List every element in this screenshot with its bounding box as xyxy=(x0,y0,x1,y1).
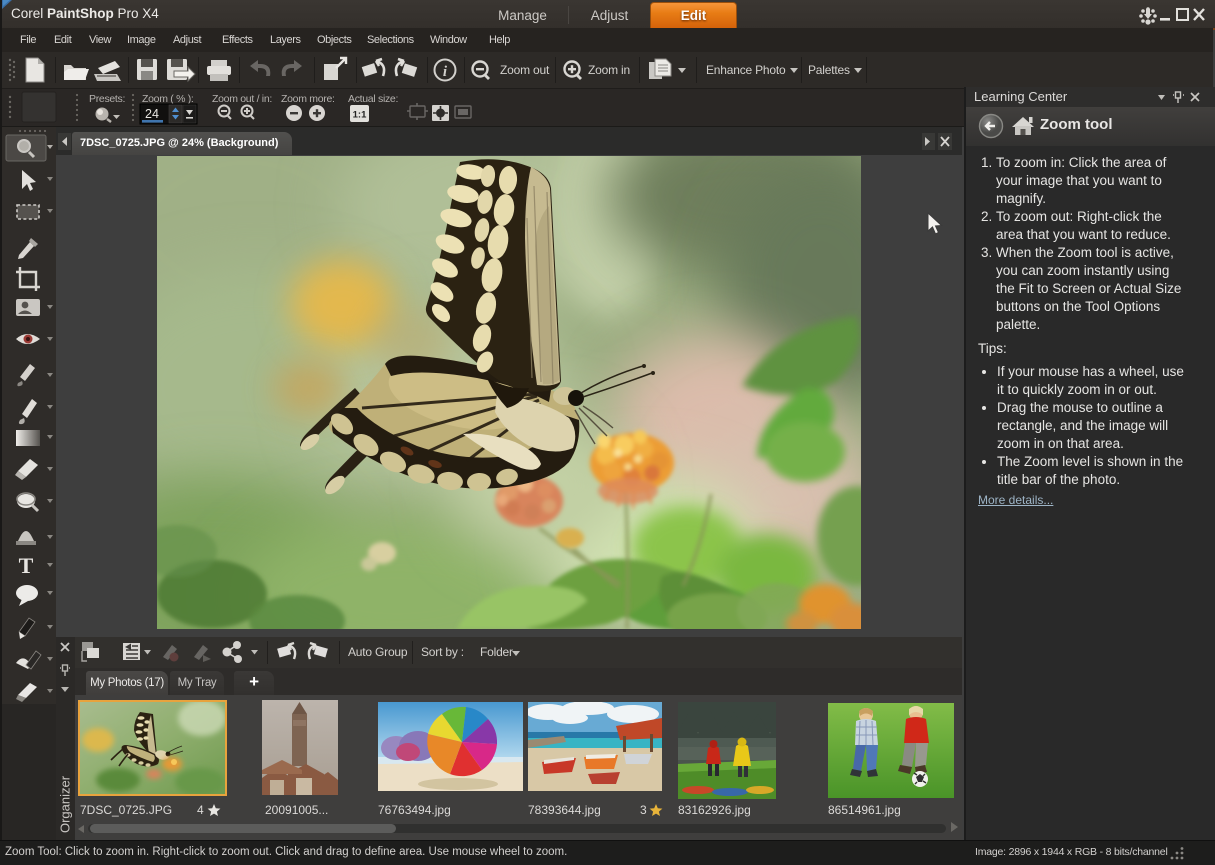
svg-text:T: T xyxy=(19,553,34,578)
svg-text:1:1: 1:1 xyxy=(353,110,367,121)
svg-text:24: 24 xyxy=(145,107,159,121)
svg-text:i: i xyxy=(443,64,448,80)
